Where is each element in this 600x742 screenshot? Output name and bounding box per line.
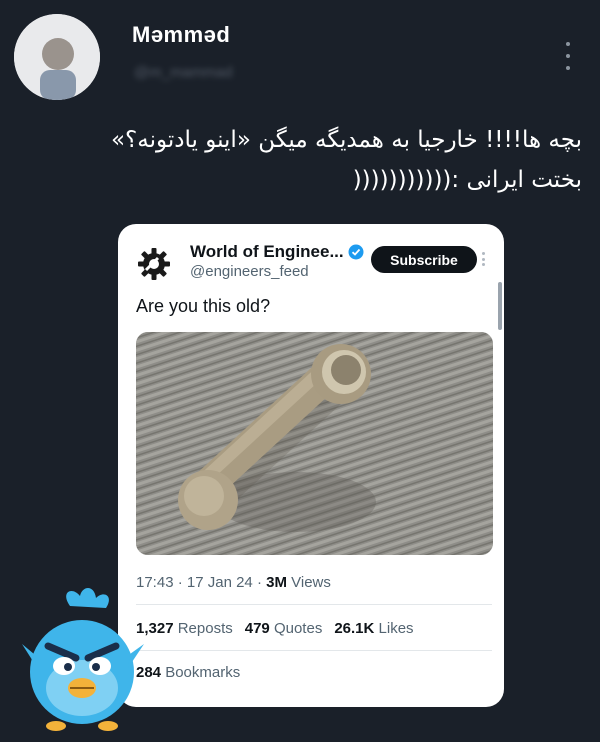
quoted-tweet-text: Are you this old? (136, 296, 271, 316)
author-name[interactable]: Məmməd (132, 22, 230, 48)
quoted-account-handle[interactable]: @engineers_feed (190, 263, 309, 280)
likes-count: 26.1K (334, 620, 375, 637)
reposts-stat[interactable]: 1,327 Reposts (136, 620, 233, 637)
post-text: بچه ها!!!! خارجیا به همدیگه میگن «اینو ی… (30, 120, 582, 200)
gear-logo-icon (138, 248, 170, 280)
divider-bottom (136, 650, 492, 651)
quoted-account-name-text: World of Enginee... (190, 242, 344, 261)
tweet-stats: 1,327 Reposts 479 Quotes 26.1K Likes (136, 620, 414, 637)
likes-label: Likes (378, 620, 414, 637)
quoted-account-name[interactable]: World of Enginee... (190, 242, 364, 262)
more-options-icon[interactable] (560, 42, 576, 70)
divider-top (136, 604, 492, 605)
author-handle[interactable]: @m_mammad (134, 64, 324, 82)
verified-badge-icon (348, 244, 364, 260)
reposts-label: Reposts (177, 620, 233, 637)
bookmarks-label: Bookmarks (165, 664, 241, 681)
quotes-count: 479 (244, 620, 270, 637)
tweet-meta: 17:43 · 17 Jan 24 · 3M Views (136, 574, 331, 591)
card-scrollbar[interactable] (498, 282, 502, 330)
angry-bird-sticker (22, 588, 144, 731)
window-crank-photo[interactable] (136, 332, 493, 555)
subscribe-button[interactable]: Subscribe (371, 246, 477, 273)
card-more-icon[interactable] (482, 252, 486, 266)
quotes-stat[interactable]: 479 Quotes (245, 620, 323, 637)
quotes-label: Quotes (273, 620, 323, 637)
quoted-tweet-card[interactable]: World of Enginee... @engineers_feed Subs… (118, 224, 504, 707)
bookmarks-stat[interactable]: 284 Bookmarks (136, 664, 240, 681)
author-avatar[interactable] (14, 14, 100, 100)
likes-stat[interactable]: 26.1K Likes (334, 620, 413, 637)
views-label: Views (291, 574, 331, 591)
views-count: 3M (266, 574, 287, 591)
post-text-line-2: بختت ایرانی :((((((((((( (352, 167, 582, 193)
post-text-line-1: بچه ها!!!! خارجیا به همدیگه میگن «اینو ی… (110, 127, 582, 153)
tweet-date: 17 Jan 24 (186, 574, 253, 591)
